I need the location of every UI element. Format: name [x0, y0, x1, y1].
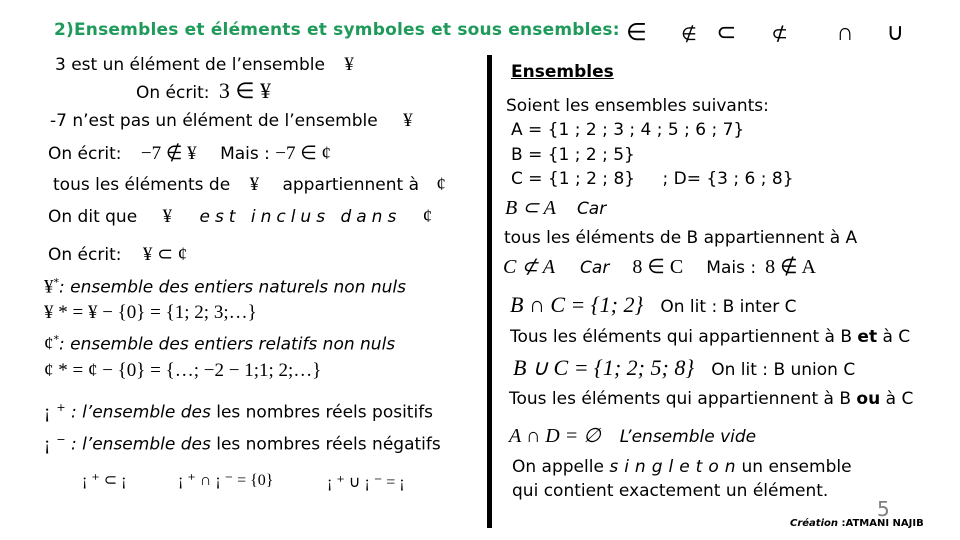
element-of-icon: ∈ — [626, 20, 647, 46]
b-subset-a-line: B ⊂ A Car — [505, 195, 606, 220]
math-n-subset-z: ¥ ⊂ ¢ — [142, 244, 188, 265]
set-z-symbol: ¢ — [436, 174, 446, 195]
set-a-definition: A = {1 ; 2 ; 3 ; 4 ; 5 ; 6 ; 7} — [511, 120, 745, 140]
description-text: à C — [877, 327, 911, 347]
b-in-a-explanation: tous les éléments de B appartiennent à A — [504, 228, 858, 248]
r-plus-definition: ¡ + : l’ensemble des les nombres réels po… — [44, 401, 433, 424]
not-element-of-icon: ∉ — [681, 24, 697, 44]
b-union-c-line: B ∪ C = {1; 2; 5; 8} On lit : B union C — [513, 355, 855, 381]
description-text: Tous les éléments qui appartiennent à B — [509, 389, 857, 409]
r-minus-definition: ¡ − : l’ensemble des les nombres réels né… — [44, 433, 441, 456]
math-minus7-in-z: −7 ∈ ¢ — [275, 143, 332, 164]
set-n-symbol: ¥ — [403, 110, 413, 131]
set-n-symbol: ¥ — [162, 206, 173, 227]
description-text: On appelle — [512, 457, 604, 477]
math-b-subset-a: B ⊂ A — [505, 197, 556, 219]
column-divider — [487, 55, 492, 528]
on-ecrit-label: On écrit: — [136, 83, 210, 103]
set-r-symbol: ¡ — [44, 433, 51, 455]
line-3-element-of-n: 3 est un élément de l’ensemble ¥ — [55, 54, 354, 76]
union-reading: On lit : B union C — [711, 360, 856, 380]
statement-text: appartiennent à — [282, 175, 419, 195]
line-n-included-in-z: On dit que ¥ est inclus dans ¢ — [48, 206, 432, 228]
math-b-union-c: B ∪ C = {1; 2; 5; 8} — [513, 355, 695, 380]
empty-set-label: L’ensemble vide — [619, 427, 757, 447]
a-inter-d-line: A ∩ D = ∅ L’ensemble vide — [509, 423, 756, 448]
r-plus-subset-r: ¡ ⁺ ⊂ ¡ — [82, 472, 127, 489]
r-plus-inter-r-minus: ¡ ⁺ ∩ ¡ ⁻ = {0} — [178, 472, 274, 489]
statement-text: -7 n’est pas un élément de l’ensemble — [50, 111, 378, 131]
set-n-symbol: ¥ — [249, 174, 260, 195]
bold-ou: ou — [856, 389, 881, 409]
math-c-not-subset-a: C ⊄ A — [503, 256, 555, 278]
on-ecrit-label: On écrit: — [48, 144, 122, 164]
definition-text: : l’ensemble des — [65, 434, 211, 455]
credit: Création :ATMANI NAJIB — [790, 518, 924, 529]
car-label: Car — [576, 199, 607, 219]
math-3-in-n: 3 ∈ ¥ — [218, 78, 272, 103]
set-c-definition: C = {1 ; 2 ; 8} — [511, 169, 636, 189]
symbols-row: ∈ ∉ ⊂ ⊄ ∩ ∪ — [626, 18, 916, 47]
definition-text: : ensemble des entiers naturels non nuls — [59, 277, 407, 298]
car-label: Car — [580, 258, 610, 278]
z-star-definition: ¢*: ensemble des entiers relatifs non nu… — [44, 333, 395, 356]
statement-text: tous les éléments de — [53, 175, 231, 195]
definition-text: les nombres réels positifs — [210, 402, 434, 423]
slide-title: 2)Ensembles et éléments et symboles et s… — [54, 20, 620, 40]
math-b-inter-c: B ∩ C = {1; 2} — [510, 292, 644, 317]
minus-superscript: − — [56, 433, 66, 446]
mais-label: Mais : — [220, 144, 270, 164]
description-text: un ensemble — [741, 457, 852, 477]
singleton-definition-line2: qui contient exactement un élément. — [512, 481, 829, 501]
line-minus7-not-in-n: -7 n’est pas un élément de l’ensemble ¥ — [50, 110, 413, 132]
line-all-n-in-z: tous les éléments de ¥ appartiennent à ¢ — [53, 174, 446, 196]
statement-text: On dit que — [48, 207, 138, 227]
union-description: Tous les éléments qui appartiennent à B … — [509, 389, 913, 409]
set-n-symbol: ¥ — [44, 276, 54, 298]
on-ecrit-label: On écrit: — [48, 245, 122, 265]
set-d-definition: ; D= {3 ; 6 ; 8} — [662, 169, 794, 189]
union-icon: ∪ — [886, 20, 905, 46]
set-c-d-definition: C = {1 ; 2 ; 8} ; D= {3 ; 6 ; 8} — [511, 169, 794, 189]
c-not-subset-a-line: C ⊄ A Car 8 ∈ C Mais : 8 ∉ A — [503, 254, 816, 279]
intro-text: Soient les ensembles suivants: — [506, 96, 769, 116]
definition-text: : ensemble des entiers relatifs non nuls — [59, 334, 396, 355]
math-8-in-c: 8 ∈ C — [632, 256, 684, 278]
singleton-definition: On appelle singletonun ensemble — [512, 457, 852, 477]
subset-icon: ⊂ — [716, 20, 737, 46]
line-on-ecrit-1: On écrit: 3 ∈ ¥ — [136, 78, 271, 104]
n-star-definition: ¥*: ensemble des entiers naturels non nu… — [44, 276, 406, 299]
set-z-symbol: ¢ — [422, 206, 433, 227]
bold-et: et — [857, 327, 878, 347]
n-star-equation: ¥ * = ¥ − {0} = {1; 2; 3;…} — [44, 302, 257, 323]
credit-name: :ATMANI NAJIB — [838, 518, 924, 529]
description-text: Tous les éléments qui appartiennent à B — [510, 327, 858, 347]
intersection-icon: ∩ — [836, 20, 854, 46]
inter-reading: On lit : B inter C — [660, 297, 797, 317]
description-text: à C — [880, 389, 914, 409]
plus-superscript: + — [56, 401, 66, 414]
line-on-ecrit-3: On écrit: ¥ ⊂ ¢ — [48, 243, 187, 266]
inter-description: Tous les éléments qui appartiennent à B … — [510, 327, 910, 347]
set-n-symbol: ¥ — [344, 54, 354, 75]
definition-text: : l’ensemble des — [65, 402, 211, 423]
z-star-equation: ¢ * = ¢ − {0} = {…; −2 − 1;1; 2;…} — [44, 360, 322, 381]
line-on-ecrit-2: On écrit: −7 ∉ ¥ Mais : −7 ∈ ¢ — [48, 142, 331, 165]
math-a-inter-d-empty: A ∩ D = ∅ — [509, 425, 601, 447]
math-minus7-notin-n: −7 ∉ ¥ — [140, 143, 197, 164]
section-heading: Ensembles — [511, 62, 614, 82]
not-subset-icon: ⊄ — [771, 23, 789, 45]
set-r-symbol: ¡ — [44, 401, 51, 423]
math-8-notin-a: 8 ∉ A — [765, 256, 816, 278]
singleton-word: singleton — [609, 457, 742, 477]
set-b-definition: B = {1 ; 2 ; 5} — [511, 145, 635, 165]
statement-text: 3 est un élément de l’ensemble — [55, 55, 325, 75]
mais-label: Mais : — [706, 258, 757, 278]
b-inter-c-line: B ∩ C = {1; 2} On lit : B inter C — [510, 292, 797, 318]
credit-label: Création — [790, 518, 838, 529]
definition-text: les nombres réels négatifs — [210, 434, 441, 455]
set-z-symbol: ¢ — [44, 333, 54, 355]
r-plus-union-r-minus: ¡ ⁺ ∪ ¡ ⁻ = ¡ — [327, 474, 405, 491]
inclus-dans-text: est inclus dans — [199, 207, 402, 227]
